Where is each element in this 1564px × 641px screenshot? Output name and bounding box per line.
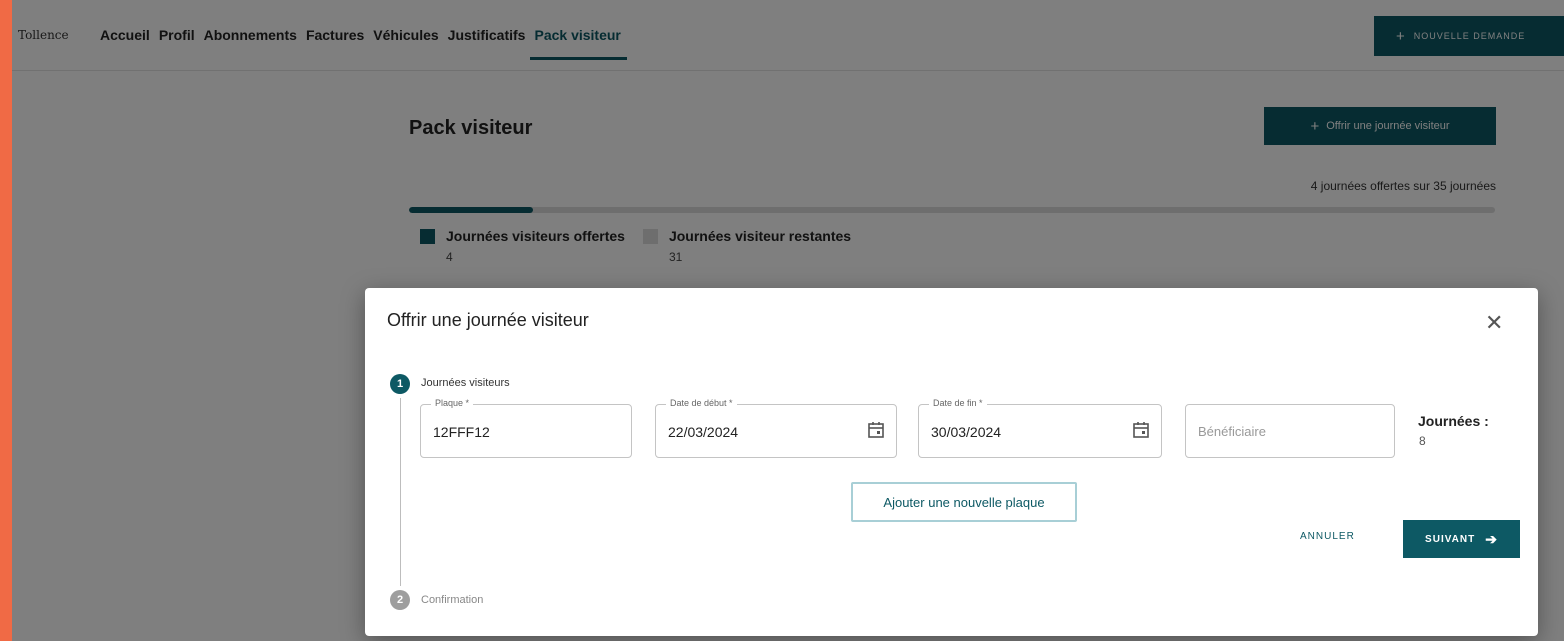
- start-date-field-value: 22/03/2024: [668, 424, 739, 440]
- app-window: Tollence Accueil Profil Abonnements Fact…: [12, 0, 1564, 641]
- close-icon[interactable]: ✕: [1485, 310, 1503, 336]
- beneficiaire-field[interactable]: Bénéficiaire: [1185, 404, 1395, 458]
- stepper-connector: [400, 398, 401, 586]
- plaque-field[interactable]: Plaque * 12FFF12: [420, 398, 632, 458]
- plaque-field-value: 12FFF12: [433, 424, 490, 440]
- days-count-value: 8: [1419, 434, 1426, 448]
- end-date-field-label: Date de fin *: [929, 398, 987, 408]
- days-count-label: Journées :: [1418, 413, 1489, 429]
- step-2-indicator: 2: [390, 590, 410, 610]
- step-2-label: Confirmation: [421, 594, 484, 606]
- offer-visitor-day-dialog: Offrir une journée visiteur ✕ 1 Journées…: [365, 288, 1538, 636]
- next-button-label: SUIVANT: [1425, 533, 1476, 545]
- step-1-indicator: 1: [390, 374, 410, 394]
- plaque-field-label: Plaque *: [431, 398, 474, 408]
- arrow-right-icon: ➔: [1485, 530, 1498, 547]
- start-date-field-label: Date de début *: [666, 398, 737, 408]
- step-1-label: Journées visiteurs: [421, 377, 510, 389]
- add-plate-button[interactable]: Ajouter une nouvelle plaque: [851, 482, 1077, 522]
- dialog-title: Offrir une journée visiteur: [387, 310, 589, 330]
- beneficiaire-placeholder: Bénéficiaire: [1198, 424, 1266, 439]
- cancel-button[interactable]: ANNULER: [1300, 531, 1355, 542]
- calendar-icon[interactable]: [866, 420, 886, 445]
- next-button[interactable]: SUIVANT ➔: [1403, 520, 1520, 558]
- end-date-field[interactable]: Date de fin * 30/03/2024: [918, 398, 1162, 458]
- end-date-field-value: 30/03/2024: [931, 424, 1002, 440]
- calendar-icon[interactable]: [1131, 420, 1151, 445]
- start-date-field[interactable]: Date de début * 22/03/2024: [655, 398, 897, 458]
